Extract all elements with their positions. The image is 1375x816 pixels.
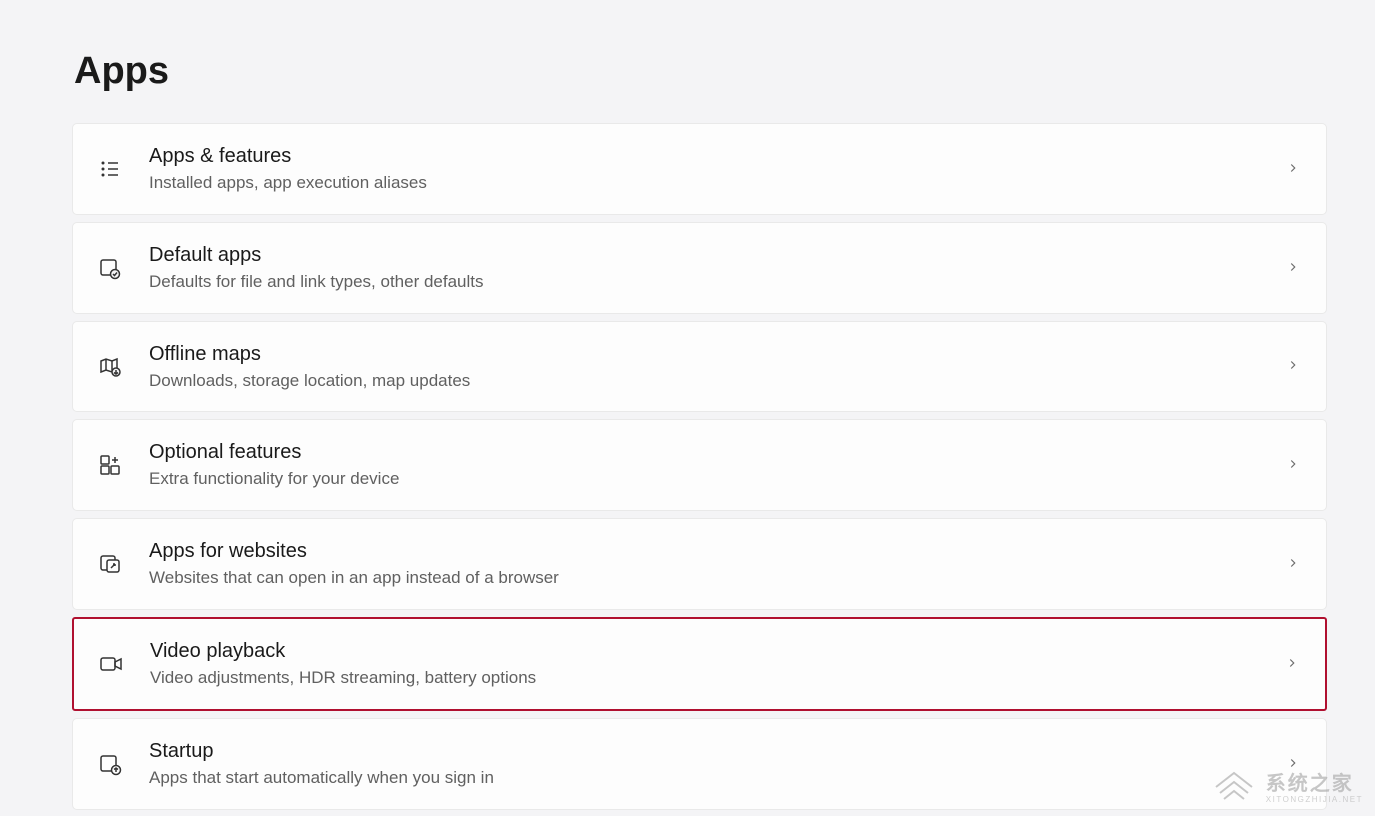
setting-subtitle: Video adjustments, HDR streaming, batter… [150,666,1285,690]
offline-maps-icon [97,353,123,379]
setting-startup[interactable]: Startup Apps that start automatically wh… [72,718,1327,810]
setting-subtitle: Downloads, storage location, map updates [149,369,1286,393]
page-title: Apps [74,50,1327,93]
setting-subtitle: Apps that start automatically when you s… [149,766,1286,790]
setting-title: Offline maps [149,341,1286,367]
setting-optional-features[interactable]: Optional features Extra functionality fo… [72,419,1327,511]
setting-text: Offline maps Downloads, storage location… [149,341,1286,393]
setting-video-playback[interactable]: Video playback Video adjustments, HDR st… [72,617,1327,711]
chevron-right-icon [1286,556,1302,572]
watermark-main: 系统之家 [1266,774,1363,794]
setting-title: Apps for websites [149,538,1286,564]
setting-default-apps[interactable]: Default apps Defaults for file and link … [72,222,1327,314]
setting-title: Apps & features [149,143,1286,169]
setting-title: Video playback [150,638,1285,664]
setting-subtitle: Installed apps, app execution aliases [149,171,1286,195]
optional-features-icon [97,452,123,478]
chevron-right-icon [1286,358,1302,374]
startup-icon [97,751,123,777]
chevron-right-icon [1286,260,1302,276]
setting-text: Default apps Defaults for file and link … [149,242,1286,294]
watermark-house-icon [1210,767,1258,810]
setting-title: Default apps [149,242,1286,268]
apps-for-websites-icon [97,551,123,577]
setting-subtitle: Websites that can open in an app instead… [149,566,1286,590]
default-apps-icon [97,255,123,281]
video-playback-icon [98,651,124,677]
setting-apps-features[interactable]: Apps & features Installed apps, app exec… [72,123,1327,215]
apps-features-icon [97,156,123,182]
setting-apps-for-websites[interactable]: Apps for websites Websites that can open… [72,518,1327,610]
setting-title: Optional features [149,439,1286,465]
setting-text: Optional features Extra functionality fo… [149,439,1286,491]
setting-subtitle: Defaults for file and link types, other … [149,270,1286,294]
watermark-text: 系统之家 XITONGZHIJIA.NET [1266,774,1363,804]
settings-list: Apps & features Installed apps, app exec… [72,123,1327,810]
chevron-right-icon [1286,161,1302,177]
chevron-right-icon [1286,457,1302,473]
watermark: 系统之家 XITONGZHIJIA.NET [1210,767,1363,810]
setting-subtitle: Extra functionality for your device [149,467,1286,491]
setting-text: Video playback Video adjustments, HDR st… [150,638,1285,690]
setting-text: Apps for websites Websites that can open… [149,538,1286,590]
watermark-sub: XITONGZHIJIA.NET [1266,796,1363,804]
setting-offline-maps[interactable]: Offline maps Downloads, storage location… [72,321,1327,413]
chevron-right-icon [1285,656,1301,672]
setting-text: Apps & features Installed apps, app exec… [149,143,1286,195]
setting-title: Startup [149,738,1286,764]
setting-text: Startup Apps that start automatically wh… [149,738,1286,790]
